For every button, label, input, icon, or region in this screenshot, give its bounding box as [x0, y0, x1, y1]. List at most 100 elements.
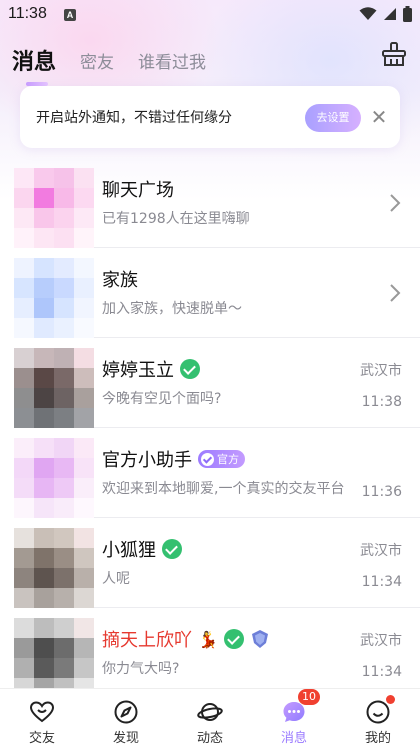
- vip-shield-icon: [251, 630, 268, 648]
- avatar-mosaic-cell: [34, 228, 54, 248]
- official-badge: 官方: [198, 450, 245, 468]
- conversation-name: 小狐狸: [102, 536, 182, 562]
- avatar-mosaic-cell: [14, 618, 34, 638]
- nav-label: 消息: [280, 731, 307, 746]
- nav-label: 动态: [196, 731, 223, 746]
- conversation-city: 武汉市: [360, 363, 402, 379]
- avatar-mosaic-cell: [14, 168, 34, 188]
- avatar-mosaic-cell: [14, 348, 34, 368]
- avatar-mosaic-cell: [34, 498, 54, 518]
- clear-unread-broom-icon[interactable]: [380, 40, 408, 68]
- app-notification-icon: A: [64, 9, 76, 21]
- tab-messages-label: 消息: [12, 50, 57, 75]
- avatar-mosaic-cell: [74, 478, 94, 498]
- avatar-mosaic-cell: [14, 298, 34, 318]
- conversation-time: 11:36: [361, 484, 402, 500]
- tab-visitors-label: 谁看过我: [138, 53, 207, 73]
- avatar-mosaic-cell: [74, 548, 94, 568]
- go-settings-button[interactable]: 去设置: [305, 104, 361, 132]
- avatar-mosaic-cell: [54, 168, 74, 188]
- nav-item-profile[interactable]: 我的: [336, 689, 420, 748]
- tab-visitors[interactable]: 谁看过我: [138, 48, 206, 78]
- avatar-mosaic-cell: [34, 348, 54, 368]
- avatar-mosaic-cell: [74, 348, 94, 368]
- nav-item-messages[interactable]: 10 消息: [252, 689, 336, 748]
- tab-close-friends[interactable]: 密友: [80, 48, 114, 78]
- avatar-mosaic-cell: [54, 658, 74, 678]
- planet-icon: [197, 703, 223, 721]
- avatar-mosaic-cell: [54, 498, 74, 518]
- tab-messages[interactable]: 消息: [12, 48, 57, 86]
- avatar-mosaic-cell: [54, 588, 74, 608]
- avatar-mosaic-cell: [34, 438, 54, 458]
- conversation-time: 11:38: [361, 394, 402, 410]
- avatar-mosaic-cell: [34, 588, 54, 608]
- avatar-mosaic-cell: [74, 298, 94, 318]
- list-item-conversation[interactable]: 小狐狸 人呢 武汉市 11:34: [0, 518, 420, 608]
- avatar-mosaic-cell: [14, 258, 34, 278]
- unread-count-badge: 10: [298, 689, 320, 705]
- avatar-mosaic-cell: [54, 388, 74, 408]
- avatar-mosaic-cell: [54, 298, 74, 318]
- conversation-name-text: 官方小助手: [102, 450, 192, 471]
- conversation-name: 家族: [102, 266, 138, 292]
- conversation-name: 摘天上欣吖 💃: [102, 626, 270, 652]
- avatar-mosaic-cell: [74, 368, 94, 388]
- avatar-mosaic-cell: [74, 318, 94, 338]
- avatar-mosaic-cell: [14, 278, 34, 298]
- wifi-icon: [359, 7, 377, 20]
- avatar-mosaic-cell: [34, 278, 54, 298]
- nav-label: 交友: [28, 731, 55, 746]
- close-icon[interactable]: ✕: [368, 106, 390, 128]
- bottom-navigation: 交友 发现 动态 10 消息 我的: [0, 688, 420, 748]
- avatar-mosaic-cell: [74, 458, 94, 478]
- avatar[interactable]: [14, 348, 94, 428]
- status-time: 11:38: [8, 5, 47, 22]
- nav-item-moments[interactable]: 动态: [168, 689, 252, 748]
- avatar-mosaic-cell: [74, 438, 94, 458]
- conversation-list: 聊天广场 已有1298人在这里嗨聊 家族 加入家族，快速脱单～ 婷婷玉立 今晚有…: [0, 158, 420, 698]
- tab-close-friends-label: 密友: [80, 53, 115, 73]
- chevron-right-icon: [390, 194, 401, 212]
- conversation-name: 官方小助手 官方: [102, 446, 245, 472]
- avatar[interactable]: [14, 618, 94, 698]
- avatar-mosaic-cell: [74, 618, 94, 638]
- conversation-city: 武汉市: [360, 633, 402, 649]
- verified-badge-icon: [223, 629, 244, 649]
- dancer-emoji-icon: 💃: [198, 629, 218, 649]
- avatar-mosaic-cell: [74, 208, 94, 228]
- avatar[interactable]: [14, 528, 94, 608]
- avatar-mosaic-cell: [74, 278, 94, 298]
- avatar-mosaic-cell: [14, 458, 34, 478]
- chevron-right-icon: [390, 284, 401, 302]
- nav-item-dating[interactable]: 交友: [0, 689, 84, 748]
- list-item-conversation[interactable]: 摘天上欣吖 💃 你力气大吗? 武汉市 11:34: [0, 608, 420, 698]
- avatar-mosaic-cell: [34, 408, 54, 428]
- avatar-mosaic-cell: [54, 568, 74, 588]
- avatar-mosaic-cell: [14, 208, 34, 228]
- verified-badge-icon: [162, 539, 182, 559]
- avatar-mosaic-cell: [34, 188, 54, 208]
- avatar-mosaic-cell: [54, 478, 74, 498]
- avatar-mosaic-cell: [54, 208, 74, 228]
- avatar-mosaic-cell: [14, 318, 34, 338]
- official-badge-label: 官方: [217, 453, 239, 466]
- avatar-mosaic-cell: [34, 458, 54, 478]
- nav-item-discover[interactable]: 发现: [84, 689, 168, 748]
- avatar-mosaic-cell: [34, 318, 54, 338]
- avatar-mosaic-cell: [34, 388, 54, 408]
- avatar-mosaic-cell: [74, 168, 94, 188]
- list-item-family[interactable]: 家族 加入家族，快速脱单～: [0, 248, 420, 338]
- avatar-mosaic-cell: [74, 388, 94, 408]
- avatar-mosaic-cell: [54, 638, 74, 658]
- avatar-mosaic-cell: [54, 258, 74, 278]
- avatar-mosaic-cell: [74, 588, 94, 608]
- list-item-conversation[interactable]: 婷婷玉立 今晚有空见个面吗? 武汉市 11:38: [0, 338, 420, 428]
- avatar-mosaic-cell: [54, 618, 74, 638]
- avatar[interactable]: [14, 438, 94, 518]
- conversation-preview: 已有1298人在这里嗨聊: [102, 211, 250, 227]
- list-item-chat-plaza[interactable]: 聊天广场 已有1298人在这里嗨聊: [0, 158, 420, 248]
- conversation-preview: 今晚有空见个面吗?: [102, 391, 222, 407]
- status-bar: 11:38 A: [0, 0, 420, 30]
- list-item-conversation[interactable]: 官方小助手 官方 欢迎来到本地聊爱,一个真实的交友平台 11:36: [0, 428, 420, 518]
